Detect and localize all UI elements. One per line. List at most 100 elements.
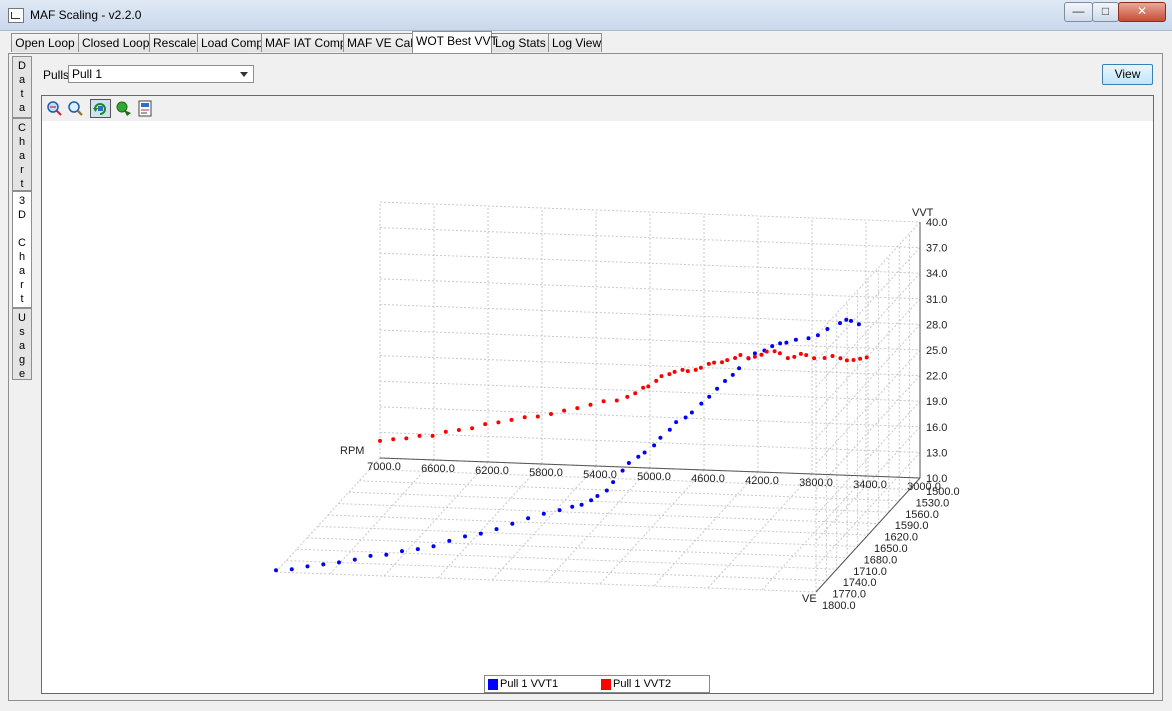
zoom-icon[interactable]	[67, 100, 84, 117]
rotate-icon[interactable]	[90, 99, 111, 118]
maximize-button[interactable]: □	[1092, 2, 1119, 22]
data-point	[706, 361, 711, 366]
side-tab-chart[interactable]: Chart	[12, 118, 32, 191]
z-tick-label: 25.0	[926, 345, 947, 357]
data-point	[772, 349, 777, 354]
data-point	[652, 443, 657, 448]
data-point	[830, 354, 835, 358]
pan-icon[interactable]	[115, 100, 132, 117]
x-tick-label: 5400.0	[583, 469, 617, 481]
z-tick-label: 19.0	[926, 396, 947, 408]
pulls-dropdown[interactable]: Pull 1	[68, 65, 254, 83]
data-point	[764, 349, 769, 354]
data-point	[417, 433, 422, 438]
z-tick-label: 31.0	[926, 294, 947, 306]
tab-closed-loop[interactable]: Closed Loop	[78, 33, 150, 52]
data-point	[400, 549, 404, 554]
data-point	[274, 568, 278, 573]
app-icon	[8, 8, 24, 23]
close-button[interactable]: ✕	[1118, 2, 1166, 22]
data-point	[851, 358, 856, 362]
data-point	[535, 414, 540, 419]
tab-maf-iat-comp[interactable]: MAF IAT Comp	[261, 33, 347, 52]
y-tick-label: 1800.0	[822, 600, 856, 612]
data-point	[858, 356, 863, 361]
data-point	[672, 369, 677, 374]
tab-log-view[interactable]: Log View	[548, 33, 602, 52]
grid-line	[815, 247, 921, 362]
tab-rescale[interactable]: Rescale	[149, 33, 198, 52]
y-tick-label: 1680.0	[864, 554, 898, 566]
side-tab-chart-label: Chart	[13, 121, 31, 191]
data-point	[699, 401, 704, 406]
data-point	[654, 378, 659, 383]
chart-grid	[275, 201, 921, 593]
tab-open-loop[interactable]: Open Loop	[11, 33, 79, 52]
minimize-button[interactable]: —	[1064, 2, 1093, 22]
y-tick-label: 1590.0	[895, 520, 929, 532]
side-tab-letter: a	[18, 265, 26, 277]
z-tick-label: 28.0	[926, 319, 947, 331]
data-point	[759, 352, 764, 357]
data-point	[289, 567, 294, 572]
side-tab-data[interactable]: Data	[12, 56, 32, 118]
side-tab-letter: a	[18, 340, 26, 352]
side-tab-usage[interactable]: Usage	[12, 308, 32, 380]
side-tab-3d-chart[interactable]: 3 D Chart	[12, 191, 32, 308]
data-point	[526, 516, 531, 521]
data-point	[693, 367, 698, 372]
data-point	[683, 415, 688, 420]
tab-load-comp[interactable]: Load Comp	[197, 33, 263, 52]
tab-wot-best-vvt[interactable]: WOT Best VVT	[412, 31, 498, 53]
side-tab-letter: 3	[18, 195, 26, 207]
data-point	[730, 372, 735, 377]
chart-legend: Pull 1 VVT1 Pull 1 VVT2	[484, 675, 710, 693]
x-tick-label: 7000.0	[367, 461, 401, 473]
data-point	[509, 417, 514, 422]
data-point	[685, 369, 690, 374]
data-point	[806, 336, 811, 341]
data-point	[391, 437, 396, 442]
tab-maf-ve-calc[interactable]: MAF VE Calc	[343, 33, 419, 52]
data-point	[625, 394, 630, 399]
data-point	[815, 333, 820, 338]
data-point	[822, 356, 827, 360]
side-tab-letter: s	[19, 326, 25, 338]
data-point	[430, 433, 435, 438]
y-tick-label: 1620.0	[884, 532, 918, 544]
grid-line	[437, 463, 543, 579]
data-point	[689, 410, 694, 415]
side-tab-letter: D	[18, 60, 26, 72]
grid-line	[815, 375, 921, 490]
tab-log-stats[interactable]: Log Stats	[491, 33, 549, 52]
data-point	[825, 327, 830, 331]
data-point	[838, 321, 842, 326]
y-axis-label: VE	[802, 593, 817, 605]
chevron-down-icon	[240, 72, 248, 77]
side-tab-letter: h	[18, 251, 26, 263]
data-point	[510, 521, 515, 526]
export-icon[interactable]	[137, 100, 154, 117]
data-point	[737, 366, 742, 371]
data-point	[522, 415, 527, 420]
data-point	[674, 420, 679, 425]
data-point	[720, 360, 724, 365]
pulls-selected-value: Pull 1	[72, 67, 103, 81]
y-tick-label: 1740.0	[843, 577, 877, 589]
data-point	[752, 354, 757, 359]
zoom-in-out-icon[interactable]	[46, 100, 63, 117]
z-axis-label: VVT	[912, 207, 934, 219]
side-tab-letter: t	[20, 88, 24, 100]
data-point	[738, 353, 743, 357]
data-point	[792, 354, 797, 359]
data-point	[725, 358, 730, 363]
data-point	[733, 356, 738, 360]
title-bar: MAF Scaling - v2.2.0 — □ ✕	[0, 0, 1172, 31]
data-point	[633, 391, 638, 396]
z-tick-label: 13.0	[926, 447, 947, 459]
data-point	[447, 538, 452, 543]
3d-scatter-plot[interactable]: 7000.0 6600.0 6200.0 5800.0 5400.0 5000.0 4600…	[42, 121, 1153, 671]
data-point	[785, 356, 790, 361]
side-tab-letter: t	[20, 178, 24, 190]
view-button[interactable]: View	[1102, 64, 1153, 85]
